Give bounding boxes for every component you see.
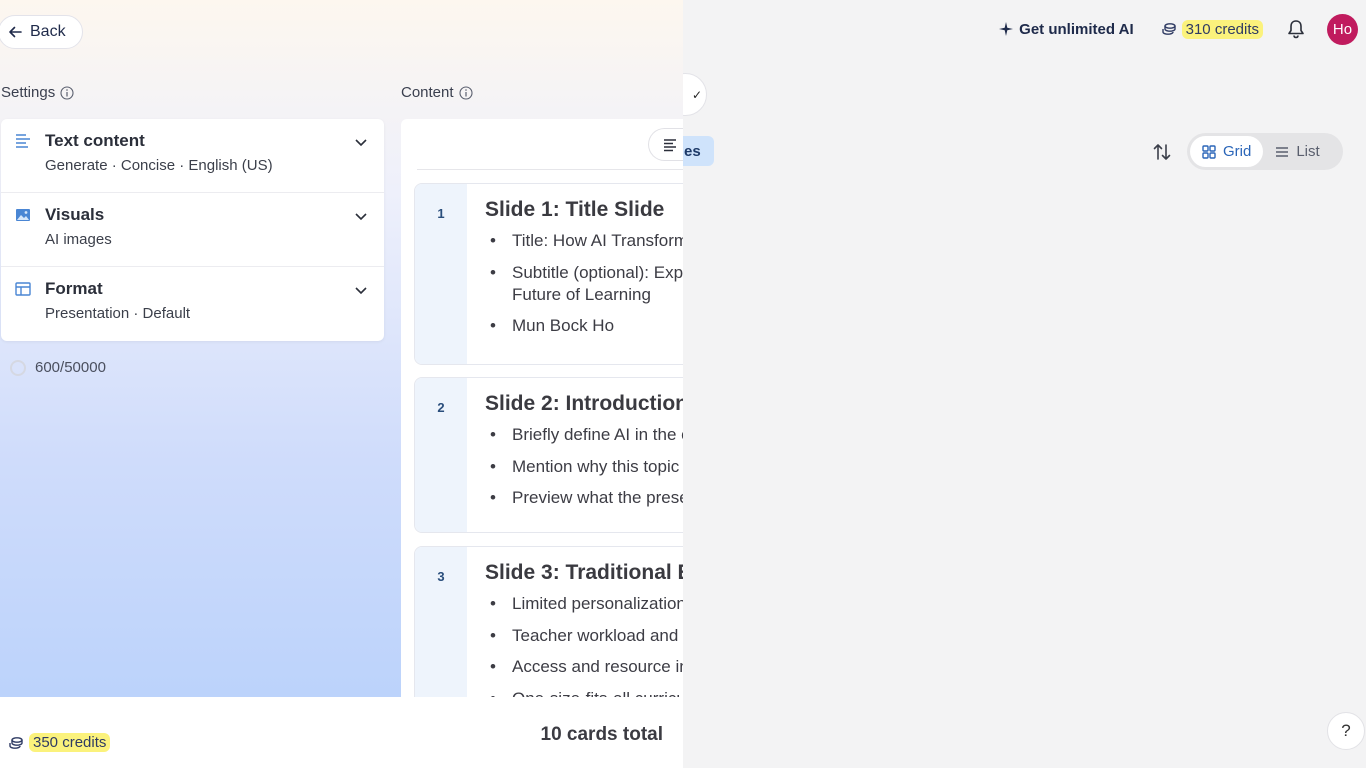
sparkle-icon [999,22,1014,36]
slide-card[interactable]: 1 Slide 1: Title Slide Title: How AI Tra… [414,183,683,365]
top-bar: Get unlimited AI 310 credits Ho [999,13,1358,45]
back-label: Back [30,23,66,40]
setting-subtitle: Presentation · Default [45,305,191,322]
setting-subtitle: Generate · Concise · English (US) [45,157,273,174]
list-view-label: List [1296,143,1320,160]
coins-icon [9,736,23,749]
setting-title: Text content [45,131,145,150]
collapse-handle[interactable]: ✓ [683,73,707,116]
content-heading: Content [401,84,473,101]
credits-display[interactable]: 310 credits [1161,19,1263,39]
text-lines-icon [16,134,30,148]
footer-credits-count: 350 credits [29,733,111,752]
setting-subtitle: AI images [45,231,112,248]
slide-bullet[interactable]: Briefly define AI in the context of educ… [490,424,683,446]
slide-body: Slide 2: Introduction Briefly define AI … [485,392,683,519]
content-label: Content [401,84,454,101]
info-icon[interactable] [458,85,473,100]
slide-bullet[interactable]: Subtitle (optional): Exploring the Futur… [490,262,683,306]
slide-bullets: Briefly define AI in the context of educ… [485,424,683,509]
image-icon [16,209,30,221]
credits-count: 310 credits [1181,19,1263,39]
view-toggle: Grid List [1187,133,1343,170]
slide-bullet[interactable]: Access and resource inequality [490,656,683,678]
character-count-value: 600/50000 [35,359,106,376]
back-button[interactable]: Back [0,15,83,49]
settings-card: Text content Generate · Concise · Englis… [1,119,384,341]
get-unlimited-ai-label: Get unlimited AI [1019,20,1134,38]
slide-bullet[interactable]: Mun Bock Ho [490,315,683,337]
slide-number: 1 [415,184,467,364]
slide-body: Slide 1: Title Slide Title: How AI Trans… [485,198,683,347]
progress-ring-icon [10,359,26,376]
grid-view-label: Grid [1223,143,1252,160]
settings-label: Settings [1,84,56,101]
slide-bullets: Limited personalization Teacher workload… [485,593,683,710]
chevron-down-icon[interactable] [354,135,368,149]
sort-icon[interactable] [1150,140,1174,164]
coins-icon [1161,23,1176,35]
arrow-left-icon [9,26,22,38]
list-icon [1276,146,1289,157]
slide-bullet[interactable]: Limited personalization [490,593,683,615]
chevron-down-icon[interactable] [354,283,368,297]
slide-bullet[interactable]: Teacher workload and burnout [490,625,683,647]
slide-card[interactable]: 2 Slide 2: Introduction Briefly define A… [414,377,683,533]
avatar[interactable]: Ho [1327,13,1358,45]
generator-panel: Back Settings Content Text content Gener… [0,0,683,768]
check-icon: ✓ [683,73,707,116]
info-icon[interactable] [60,85,74,100]
setting-title: Visuals [45,205,105,224]
list-view-button[interactable]: List [1263,136,1331,167]
setting-format[interactable]: Format Presentation · Default [1,267,384,341]
slide-title[interactable]: Slide 3: Traditional Education Challenge… [485,561,683,585]
slide-title[interactable]: Slide 2: Introduction [485,392,683,416]
text-align-icon [664,138,676,151]
character-count: 600/50000 [10,359,106,376]
setting-text-content[interactable]: Text content Generate · Concise · Englis… [1,119,384,193]
settings-heading: Settings [1,84,74,101]
grid-view-button[interactable]: Grid [1190,136,1264,167]
partial-tab-label: es [683,136,714,166]
bell-icon[interactable] [1285,18,1307,40]
slide-title[interactable]: Slide 1: Title Slide [485,198,683,222]
slide-number: 2 [415,378,467,532]
panel-footer: 350 credits 10 cards total [0,697,683,768]
slide-bullets: Title: How AI Transforming Education Sub… [485,230,683,337]
content-area: 1 Slide 1: Title Slide Title: How AI Tra… [401,119,683,736]
chevron-down-icon[interactable] [354,209,368,223]
slide-bullet[interactable]: Mention why this topic matters [490,456,683,478]
help-button[interactable]: ? [1327,712,1365,750]
slide-bullet[interactable]: Title: How AI Transforming Education [490,230,683,252]
cards-total: 10 cards total [540,724,664,745]
grid-icon [1202,144,1216,159]
layout-icon [15,282,31,296]
divider [417,169,683,170]
get-unlimited-ai-button[interactable]: Get unlimited AI [999,20,1134,38]
setting-visuals[interactable]: Visuals AI images [1,193,384,267]
footer-credits[interactable]: 350 credits [9,733,111,752]
slide-body: Slide 3: Traditional Education Challenge… [485,561,683,719]
setting-title: Format [45,279,103,298]
slide-bullet[interactable]: Preview what the presentation will cover [490,487,683,509]
outline-toggle-button[interactable] [648,128,683,161]
